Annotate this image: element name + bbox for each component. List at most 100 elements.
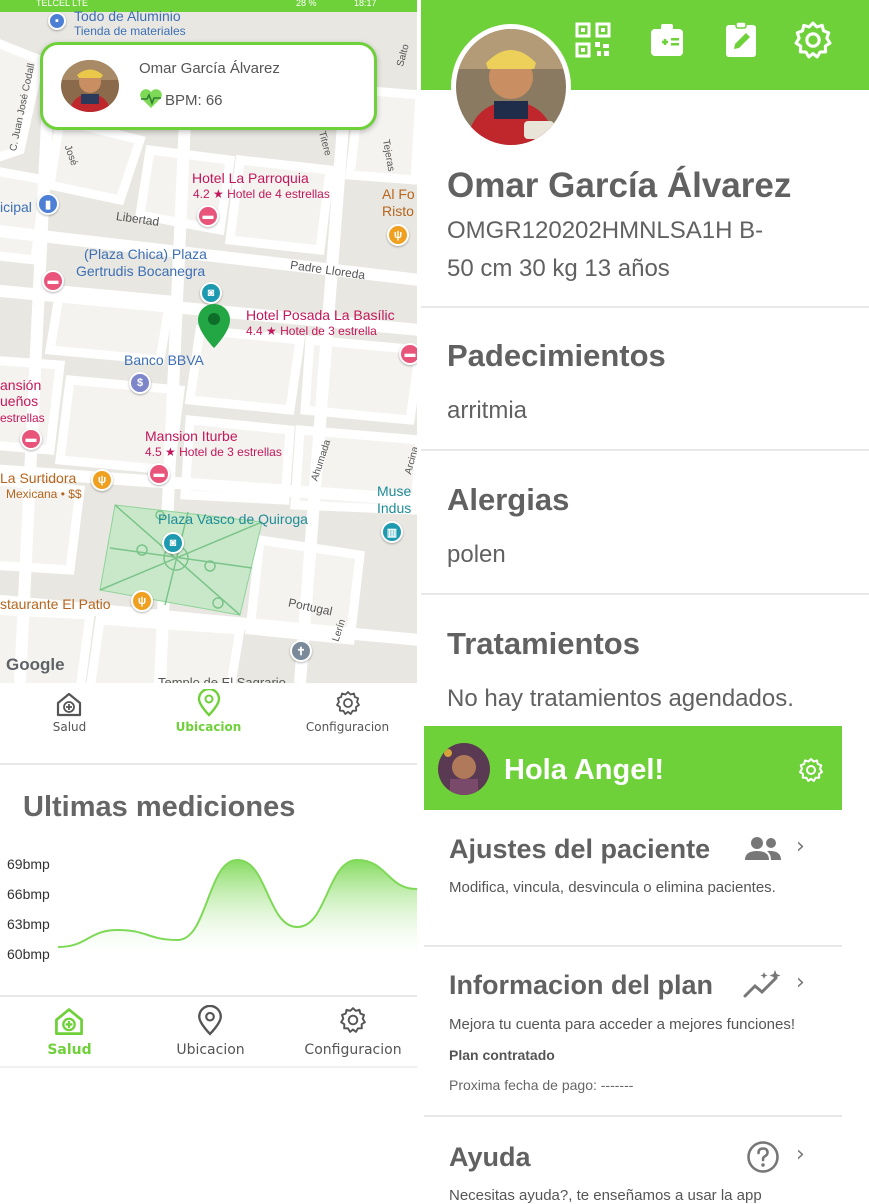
greeting-bar: Hola Angel!	[424, 726, 842, 810]
hotel-pin-icon[interactable]: ▬	[148, 463, 170, 485]
divider	[424, 945, 842, 947]
screen-gap	[417, 0, 421, 1200]
divider	[421, 593, 869, 595]
nav-salud[interactable]: Salud	[0, 683, 139, 753]
section-value-alergias: polen	[447, 541, 506, 569]
gear-icon	[339, 1006, 367, 1034]
nav-ubicacion-label: Ubicacion	[139, 720, 278, 734]
health-house-icon	[55, 691, 83, 717]
nav-configuracion[interactable]: Configuracion	[283, 1000, 423, 1070]
map-label-hotel-parroquia-rating: 4.2 ★ Hotel de 4 estrellas	[193, 187, 330, 201]
map-label-hotel-posada[interactable]: Hotel Posada La Basílic	[246, 307, 395, 323]
map-label-plaza-vasco[interactable]: Plaza Vasco de Quiroga	[158, 511, 308, 527]
map-label-patio[interactable]: staurante El Patio	[0, 596, 111, 612]
church-pin-icon[interactable]: ✝	[290, 640, 312, 662]
section-title-padecimientos: Padecimientos	[447, 338, 666, 374]
map-label-tienda: Tienda de materiales	[74, 24, 186, 38]
nav-configuracion[interactable]: Configuracion	[278, 683, 417, 753]
help-circle-icon	[746, 1140, 780, 1174]
divider	[421, 306, 869, 308]
nav-configuracion-label: Configuracion	[278, 720, 417, 734]
map-label-hotel-posada-rating: 4.4 ★ Hotel de 3 estrella	[246, 324, 377, 338]
profile-id-line: OMGR120202HMNLSA1H B-	[447, 217, 763, 245]
divider	[0, 763, 417, 765]
carrier-text: TELCEL LTE	[36, 0, 88, 8]
bank-pin-icon[interactable]: $	[129, 372, 151, 394]
hotel-pin-icon[interactable]: ▬	[42, 270, 64, 292]
camera-pin-icon[interactable]: ◙	[162, 532, 184, 554]
medical-id-icon[interactable]	[647, 20, 687, 60]
shop-pin-icon[interactable]: ▪	[48, 12, 66, 30]
divider	[424, 1115, 842, 1117]
hotel-pin-icon[interactable]: ▬	[197, 205, 219, 227]
map-label-surtidora[interactable]: La Surtidora	[0, 470, 76, 486]
map-label-al-fo[interactable]: Al Fo	[382, 186, 415, 202]
profile-avatar[interactable]	[451, 24, 571, 150]
gear-icon[interactable]	[793, 20, 833, 60]
building-pin-icon[interactable]: ▮	[37, 193, 59, 215]
map-label-mansion-rating: 4.5 ★ Hotel de 3 estrellas	[145, 445, 282, 459]
patient-avatar	[61, 60, 119, 112]
patient-card[interactable]: Omar García Álvarez BPM: 66	[40, 42, 377, 130]
google-logo: Google	[6, 655, 65, 675]
museum-pin-icon[interactable]: ▥	[381, 521, 403, 543]
section-title-tratamientos: Tratamientos	[447, 626, 640, 662]
time-text: 18:17	[354, 0, 377, 8]
map-label-plaza-chica[interactable]: (Plaza Chica) Plaza	[84, 246, 207, 262]
nav-salud[interactable]: Salud	[0, 1000, 139, 1070]
map-label-mansion[interactable]: Mansion Iturbe	[145, 428, 238, 444]
hotel-pin-icon[interactable]: ▬	[399, 343, 417, 365]
nav-ubicacion-label: Ubicacion	[141, 1042, 280, 1058]
map-label-templo: Templo de El Sagrario	[158, 675, 286, 683]
camera-pin-icon[interactable]: ◙	[200, 282, 222, 304]
chevron-right-icon: ›	[796, 1142, 805, 1167]
divider	[0, 1066, 417, 1068]
patient-bpm: BPM: 66	[165, 92, 223, 109]
patient-name: Omar García Álvarez	[139, 60, 280, 77]
health-house-icon	[53, 1006, 85, 1036]
status-bar: TELCEL LTE 28 % 18:17	[0, 0, 417, 12]
map-label-plaza-chica-2: Gertrudis Bocanegra	[76, 263, 205, 279]
map-view[interactable]: TELCEL LTE 28 % 18:17 Todo de Aluminio T…	[0, 0, 417, 683]
nav-salud-label: Salud	[0, 1042, 139, 1058]
settings-item-desc: Mejora tu cuenta para acceder a mejores …	[449, 1016, 795, 1033]
nav-ubicacion[interactable]: Ubicacion	[139, 683, 278, 753]
nav-ubicacion[interactable]: Ubicacion	[141, 1000, 280, 1070]
battery-text: 28 %	[296, 0, 317, 8]
nav-configuracion-label: Configuracion	[283, 1042, 423, 1058]
gear-icon	[335, 690, 361, 716]
restaurant-pin-icon[interactable]: ψ	[91, 469, 113, 491]
settings-item-desc: Necesitas ayuda?, te enseñamos a usar la…	[449, 1187, 762, 1204]
edit-clipboard-icon[interactable]	[721, 20, 761, 60]
map-label-hotel-parroquia[interactable]: Hotel La Parroquia	[192, 170, 309, 186]
user-avatar[interactable]	[438, 743, 490, 795]
map-label-suenos: ueños	[0, 393, 38, 409]
plan-label: Plan contratado	[449, 1047, 555, 1063]
settings-item-desc: Modifica, vincula, desvincula o elimina …	[449, 879, 776, 896]
map-label-todo-aluminio[interactable]: Todo de Aluminio	[74, 8, 181, 24]
next-payment-text: Proxima fecha de pago: -------	[449, 1077, 633, 1093]
restaurant-pin-icon[interactable]: ψ	[387, 224, 409, 246]
bpm-chart-svg	[0, 846, 417, 976]
map-label-museo[interactable]: Muse	[377, 483, 411, 499]
greeting-text: Hola Angel!	[504, 754, 664, 787]
location-marker-icon[interactable]	[198, 304, 230, 348]
restaurant-pin-icon[interactable]: ψ	[131, 590, 153, 612]
hotel-pin-icon[interactable]: ▬	[20, 428, 42, 450]
settings-item-title: Informacion del plan	[449, 970, 713, 1001]
section-value-tratamientos: No hay tratamientos agendados.	[447, 685, 794, 713]
map-label-surtidora-sub: Mexicana • $$	[6, 487, 82, 501]
section-value-padecimientos: arritmia	[447, 397, 527, 425]
map-label-icipal[interactable]: icipal	[0, 199, 32, 215]
divider	[421, 449, 869, 451]
map-label-banco[interactable]: Banco BBVA	[124, 352, 204, 368]
gear-icon[interactable]	[798, 757, 824, 783]
settings-item-title: Ayuda	[449, 1142, 531, 1173]
map-label-museo-2: Indus	[377, 500, 411, 516]
qr-code-icon[interactable]	[573, 20, 613, 60]
mediciones-title: Ultimas mediciones	[23, 791, 295, 824]
map-label-ansion[interactable]: ansión	[0, 377, 41, 393]
bottom-navigation: Salud Ubicacion Configuracion	[0, 1000, 417, 1070]
chevron-right-icon: ›	[796, 970, 805, 995]
profile-stats-line: 50 cm 30 kg 13 años	[447, 255, 670, 283]
